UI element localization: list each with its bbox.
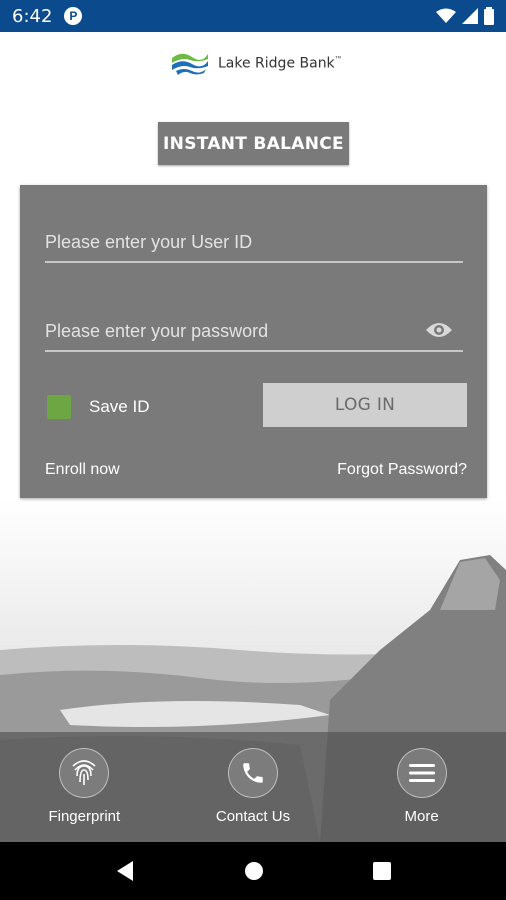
password-field-container (45, 312, 463, 352)
signal-icon (462, 8, 478, 24)
menu-icon (408, 764, 435, 782)
nav-more[interactable]: More (342, 748, 502, 825)
user-id-input[interactable] (45, 223, 463, 261)
bottom-nav: Fingerprint Contact Us More (0, 732, 506, 842)
enroll-now-link[interactable]: Enroll now (45, 461, 120, 479)
recents-icon[interactable] (373, 862, 392, 880)
password-input[interactable] (45, 312, 463, 350)
status-bar: 6:42 P (0, 0, 506, 32)
fingerprint-icon (72, 760, 96, 785)
status-icons (436, 7, 494, 25)
android-navigation-bar (0, 842, 506, 900)
bank-logo: Lake Ridge Bank™ (170, 50, 343, 76)
save-id-checkbox[interactable] (47, 395, 71, 419)
login-card: Save ID LOG IN Enroll now Forgot Passwor… (20, 185, 487, 498)
save-id-label: Save ID (89, 397, 150, 416)
forgot-password-link[interactable]: Forgot Password? (337, 461, 467, 479)
phone-icon (243, 763, 263, 783)
contact-us-button[interactable] (227, 748, 278, 798)
status-time: 6:42 (12, 5, 53, 27)
fingerprint-button[interactable] (59, 748, 110, 798)
home-icon[interactable] (244, 861, 264, 881)
checkmark-icon (52, 401, 66, 413)
nav-contact-us[interactable]: Contact Us (173, 748, 333, 825)
show-password-eye-icon[interactable] (425, 320, 453, 340)
bank-name: Lake Ridge Bank™ (218, 54, 343, 72)
login-button[interactable]: LOG IN (263, 383, 467, 427)
more-button[interactable] (396, 748, 447, 798)
battery-icon (484, 7, 494, 25)
nav-label-fingerprint: Fingerprint (48, 808, 121, 825)
back-icon[interactable] (115, 860, 135, 882)
app-notification-icon: P (64, 7, 83, 25)
nav-label-contact-us: Contact Us (215, 808, 291, 825)
user-id-field-container (45, 223, 463, 263)
nav-label-more: More (404, 808, 439, 825)
nav-fingerprint[interactable]: Fingerprint (4, 748, 164, 825)
save-id-control[interactable]: Save ID (47, 395, 149, 419)
instant-balance-button[interactable]: INSTANT BALANCE (158, 122, 349, 165)
wifi-icon (436, 8, 456, 23)
wave-logo-icon (172, 53, 208, 75)
